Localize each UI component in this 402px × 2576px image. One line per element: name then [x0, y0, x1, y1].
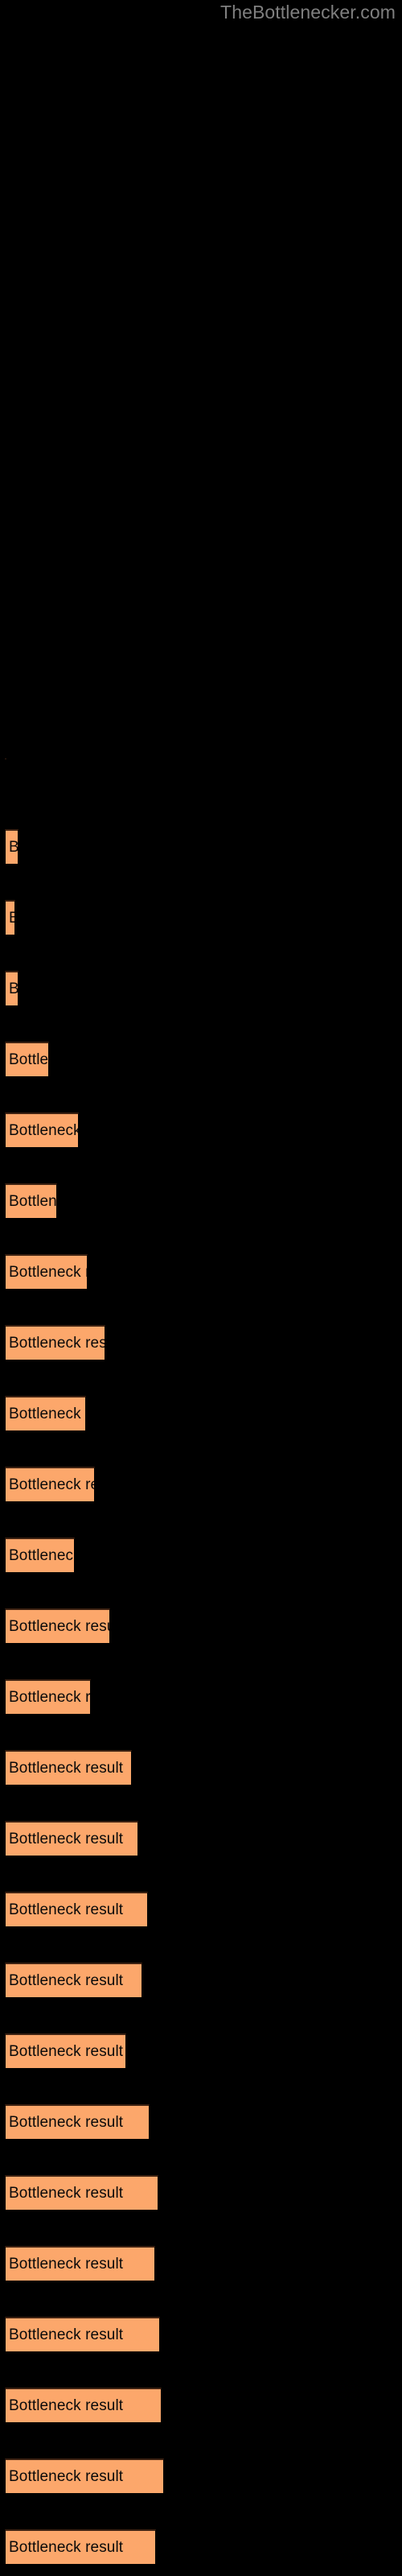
bar-label: Bottleneck result — [9, 2113, 124, 2131]
bar[interactable]: Bottleneck result — [5, 1821, 138, 1856]
bar-label: Bottleneck result — [9, 2467, 124, 2485]
bar-label: Bottleneck result — [9, 2538, 124, 2556]
bar-label: Bottleneck result — [9, 1759, 124, 1777]
bar[interactable]: Bottleneck result — [5, 1538, 75, 1573]
bar-row: Bottleneck result — [0, 2246, 402, 2281]
bar-row: Bottleneck result — [0, 758, 402, 794]
bar[interactable]: Bottleneck result — [5, 2246, 155, 2281]
bar[interactable]: Bottleneck result — [5, 1325, 105, 1360]
bar[interactable]: Bottleneck result — [5, 1750, 132, 1785]
bar-row: Bottleneck result — [0, 1608, 402, 1644]
bar[interactable]: Bottleneck result — [5, 2529, 156, 2565]
bar[interactable]: Bottleneck result — [5, 2104, 150, 2140]
bar[interactable]: Bottleneck result — [5, 829, 18, 865]
bar-row: Bottleneck result — [0, 900, 402, 935]
bar[interactable]: Bottleneck result — [5, 2033, 126, 2069]
bar-row: Bottleneck result — [0, 1254, 402, 1290]
bar-label: Bottleneck result — [9, 980, 18, 997]
bar[interactable]: Bottleneck result — [5, 1183, 57, 1219]
bar-row: Bottleneck result — [0, 2529, 402, 2565]
bar-row: Bottleneck result — [0, 2033, 402, 2069]
bar[interactable]: Bottleneck result — [5, 2458, 164, 2494]
bar-label: Bottleneck result — [9, 1688, 91, 1706]
bar-row: Bottleneck result — [0, 829, 402, 865]
bar-row: Bottleneck result — [0, 2458, 402, 2494]
bar-label: Bottleneck result — [9, 1334, 105, 1352]
bar[interactable]: Bottleneck result — [5, 2388, 162, 2423]
bar-label: Bottleneck result — [9, 1263, 87, 1281]
bar-row: Bottleneck result — [0, 1821, 402, 1856]
bar-label: Bottleneck result — [9, 1405, 85, 1422]
bar[interactable]: Bottleneck result — [5, 1892, 148, 1927]
bar[interactable]: Bottleneck result — [5, 1679, 91, 1715]
bar-row: Bottleneck result — [0, 2104, 402, 2140]
bar-row: Bottleneck result — [0, 1183, 402, 1219]
bar-row: Bottleneck result — [0, 2175, 402, 2211]
bar-row: Bottleneck result — [0, 1963, 402, 1998]
bar[interactable]: Bottleneck result — [5, 2175, 158, 2211]
bar-label: Bottleneck result — [9, 1901, 124, 1918]
bar[interactable]: Bottleneck result — [5, 1467, 95, 1502]
bar-label: Bottleneck result — [9, 2396, 124, 2414]
bottleneck-bar-chart: Bottleneck result Bottleneck result Bottle… — [0, 0, 402, 2576]
bar-row: Bottleneck result — [0, 2388, 402, 2423]
bar[interactable]: Bottleneck result — [5, 1113, 79, 1148]
bar-label: Bottleneck result — [9, 2326, 124, 2343]
bar-row: Bottleneck result — [0, 1042, 402, 1077]
bar-label: Bottleneck result — [9, 1830, 124, 1847]
bar-label: Bottleneck result — [9, 2184, 124, 2202]
bar-label: Bottleneck result — [9, 2042, 124, 2060]
bar-label: Bottleneck result — [9, 838, 18, 856]
bar-row: Bottleneck result — [0, 1750, 402, 1785]
bar[interactable]: Bottleneck result — [5, 1963, 142, 1998]
bar-label: Bottleneck result — [9, 1617, 109, 1635]
bar[interactable]: Bottleneck result — [5, 900, 15, 935]
bar-label: Bottleneck result — [9, 1546, 75, 1564]
bar-row: Bottleneck result — [0, 1679, 402, 1715]
bar-label: Bottleneck result — [9, 2255, 124, 2273]
bar-row: Bottleneck result — [0, 1538, 402, 1573]
bar[interactable]: Bottleneck result — [5, 1254, 88, 1290]
bar[interactable]: Bottleneck result — [5, 758, 6, 794]
bar-label: Bottleneck result — [9, 1051, 49, 1068]
page-root: TheBottlenecker.com Bottleneck resultBot… — [0, 0, 402, 2576]
bar-label: Bottleneck result — [9, 1192, 57, 1210]
bar-row: Bottleneck result — [0, 971, 402, 1006]
bar-label: Bottleneck result — [9, 1476, 94, 1493]
bar-label: Bottleneck result — [9, 1971, 124, 1989]
bar-row: Bottleneck result — [0, 1467, 402, 1502]
bar[interactable]: Bottleneck result — [5, 971, 18, 1006]
bar[interactable]: Bottleneck result — [5, 1608, 110, 1644]
bar-row: Bottleneck result — [0, 1113, 402, 1148]
bar[interactable]: Bottleneck result — [5, 1396, 86, 1431]
bar[interactable]: Bottleneck result — [5, 1042, 49, 1077]
bar-row: Bottleneck result — [0, 1325, 402, 1360]
bar-label: Bottleneck result — [6, 910, 14, 927]
bar[interactable]: Bottleneck result — [5, 2317, 160, 2352]
bar-row: Bottleneck result — [0, 1892, 402, 1927]
bar-row: Bottleneck result — [0, 2317, 402, 2352]
bar-row: Bottleneck result — [0, 1396, 402, 1431]
bar-label: Bottleneck result — [9, 1121, 79, 1139]
